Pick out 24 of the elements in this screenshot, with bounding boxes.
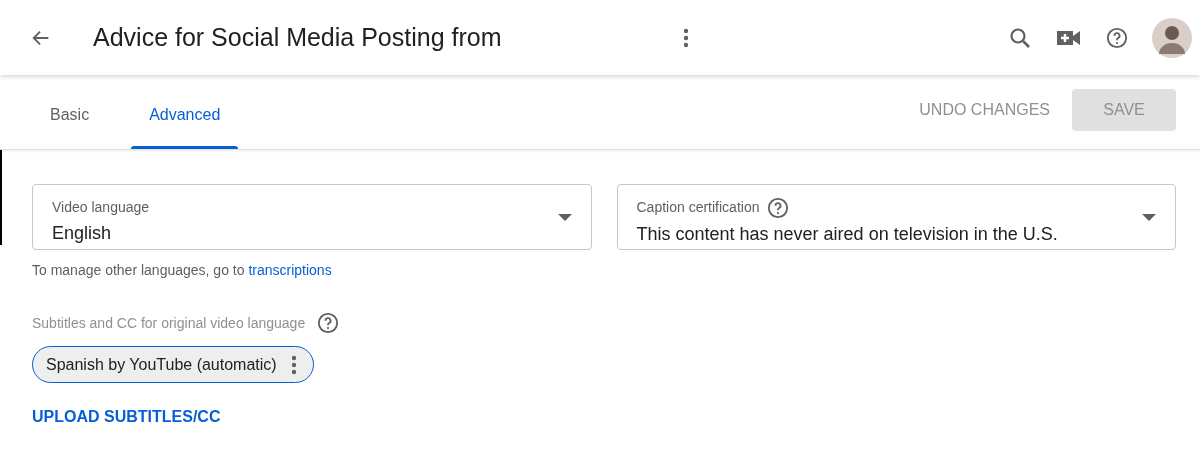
field-label: Video language [52,198,150,217]
language-hint: To manage other languages, go to transcriptions [32,262,332,278]
more-icon[interactable] [290,354,297,375]
dropdown-caret-icon[interactable] [1142,214,1156,222]
help-icon[interactable] [317,312,340,334]
dropdown-field[interactable]: Video language English [32,184,592,250]
avatar[interactable] [1152,17,1192,58]
search-icon[interactable] [1008,25,1032,50]
chip-label: Spanish by YouTube (automatic) [46,354,277,375]
dropdown-field[interactable]: Caption certification This content has never aired on television in the U.S. [616,184,1176,250]
tab[interactable]: Basic [32,75,108,149]
help-icon[interactable] [1106,26,1128,49]
tab[interactable]: Advanced [131,75,239,149]
transcriptions-link[interactable]: transcriptions [248,262,332,278]
field-value: English [52,222,113,245]
video-title: Advice for Social Media Posting from [93,21,503,53]
dropdown-caret-icon[interactable] [557,214,572,222]
upload-subtitles-button[interactable]: UPLOAD SUBTITLES/CC [32,405,221,429]
field-label: Caption certification [636,198,760,217]
subtitle-chip[interactable]: Spanish by YouTube (automatic) [32,346,314,383]
subtitles-label: Subtitles and CC for original video language [32,313,306,333]
help-icon[interactable] [767,196,790,219]
field-value: This content has never aired on television in the U.S. [636,222,1059,246]
more-icon[interactable] [683,27,689,48]
